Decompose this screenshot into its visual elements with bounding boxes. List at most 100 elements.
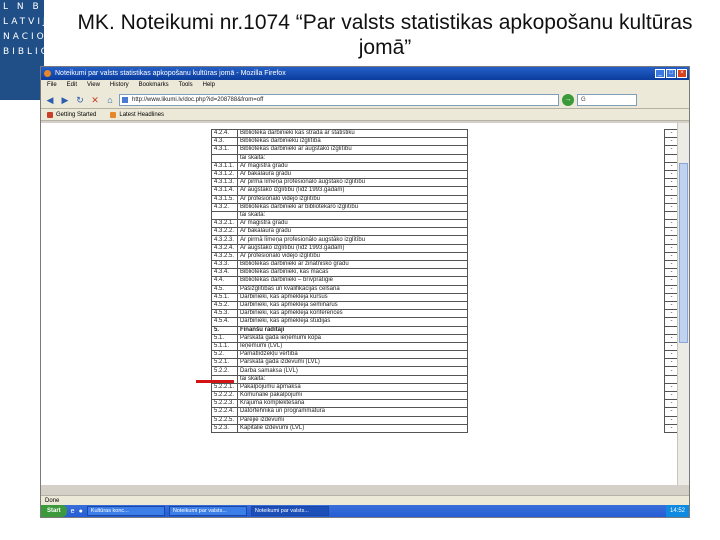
row-text: Ar pirmā līmeņa profesionālo augstāko iz… <box>236 235 469 245</box>
close-button[interactable]: × <box>677 69 687 78</box>
scrollbar-thumb[interactable] <box>679 163 688 343</box>
row-text: tai skaitā: <box>236 210 469 221</box>
row-number: 4.5.4. <box>211 317 238 327</box>
back-icon[interactable]: ◀ <box>44 94 56 106</box>
row-spacer <box>467 285 665 294</box>
table-row: 4.5.3. Darbinieki, kas apmeklēja konferen… <box>211 309 679 319</box>
maximize-button[interactable]: □ <box>666 69 676 78</box>
address-text: http://www.likumi.lv/doc.php?id=208788&f… <box>132 96 264 103</box>
menu-edit[interactable]: Edit <box>67 80 77 91</box>
row-spacer <box>467 276 665 286</box>
row-spacer <box>467 170 665 179</box>
menu-history[interactable]: History <box>110 80 129 91</box>
table-row: 5. Finanšu rādītāji <box>211 325 679 335</box>
row-spacer <box>467 145 665 155</box>
menu-tools[interactable]: Tools <box>179 80 193 91</box>
row-text: Komunālie pakalpojumi <box>236 390 469 401</box>
row-number: 4.3.3. <box>211 259 238 270</box>
row-text: Finanšu rādītāji <box>236 325 469 335</box>
menu-file[interactable]: File <box>47 80 57 91</box>
row-spacer <box>467 186 665 195</box>
table-row: 4.2.4. Bibliotēkā darbinieki kas strādā a… <box>211 128 679 139</box>
forward-icon[interactable]: ▶ <box>59 94 71 106</box>
table-row: 4.3.3. Bibliotēkas darbinieki ar zinātnis… <box>211 259 679 270</box>
row-text: Ar bakalaura grādu <box>236 227 469 237</box>
row-number: 4.3.4. <box>211 268 238 278</box>
window-controls: _ □ × <box>655 69 687 78</box>
row-spacer <box>467 407 665 417</box>
taskbar: Start e ● Kultūras konc... Noteikumi par… <box>41 505 689 517</box>
table-row: 5.2.2.2. Komunālie pakalpojumi - <box>211 390 679 401</box>
ie-icon[interactable]: e <box>71 508 75 515</box>
logo-line: L N B <box>3 2 42 12</box>
row-spacer <box>467 235 665 245</box>
go-button[interactable]: → <box>562 93 574 106</box>
window-titlebar[interactable]: Noteikumi par valsts statistikas apkopoš… <box>41 67 689 80</box>
row-text: Ieņēmumi (LVL) <box>236 341 469 352</box>
row-spacer <box>467 178 665 187</box>
home-icon[interactable]: ⌂ <box>104 94 116 106</box>
minimize-button[interactable]: _ <box>655 69 665 78</box>
row-text: Kapitālie izdevumi (LVL) <box>236 423 469 433</box>
row-text: Bibliotēkā darbinieki kas strādā ar stat… <box>236 128 469 139</box>
row-text: tai skaitā: <box>236 153 469 163</box>
menu-bookmarks[interactable]: Bookmarks <box>139 80 169 91</box>
table-row: 4.5. Pašizglītības un kvalifikācijas celš… <box>211 284 679 294</box>
vertical-scrollbar[interactable] <box>677 123 689 485</box>
system-tray-clock: 14:52 <box>665 505 689 517</box>
row-text: Ar bakalaura grādu <box>236 169 469 180</box>
bookmark-getting-started[interactable]: Getting Started <box>47 109 96 120</box>
row-spacer <box>467 162 665 171</box>
address-bar[interactable]: http://www.likumi.lv/doc.php?id=208788&f… <box>119 93 559 106</box>
row-spacer <box>467 366 665 376</box>
row-spacer <box>467 268 665 277</box>
taskbar-item-active[interactable]: Noteikumi par valsts... <box>250 506 329 516</box>
row-spacer <box>467 342 665 351</box>
navigation-toolbar: ◀ ▶ ↻ ✕ ⌂ http://www.likumi.lv/doc.php?i… <box>41 91 689 109</box>
row-spacer <box>467 137 665 146</box>
row-number: 5.2. <box>211 350 238 360</box>
row-number <box>211 153 238 163</box>
row-number: 4.5. <box>211 284 238 294</box>
firefox-quick-icon[interactable]: ● <box>79 508 83 515</box>
row-number: 4.3.1.4. <box>211 186 238 196</box>
row-spacer <box>467 211 665 220</box>
side-strip <box>0 100 44 540</box>
row-text: Pārskata gada ieņēmumi kopā <box>236 333 469 343</box>
row-number: 5. <box>211 325 238 335</box>
row-spacer <box>467 154 665 163</box>
row-text: Bibliotēkas darbinieki, kas mācās <box>236 268 469 278</box>
bookmark-latest-headlines[interactable]: Latest Headlines <box>110 109 164 120</box>
search-input[interactable]: G <box>577 93 637 106</box>
stop-icon[interactable]: ✕ <box>89 94 101 106</box>
menu-help[interactable]: Help <box>203 80 215 91</box>
table-row: 4.3.2.4. Ar augstāko izglītību (līdz 1993… <box>211 243 679 253</box>
table-row: 4.3.2.1. Ar maģistra grādu - <box>211 219 679 229</box>
row-number: 4.3.2.2. <box>211 227 238 237</box>
table-row: 4.3.1.3. Ar pirmā līmeņa profesionālo aug… <box>211 178 679 188</box>
table-row: 4.5.1. Darbinieki, kas apmeklēja kursus - <box>211 292 679 302</box>
table-row: 5.2.1. Pārskata gada izdevumi (LVL) - <box>211 358 679 368</box>
table-row: 4.5.4. Darbinieki, kas apmeklēja studijas… <box>211 317 679 327</box>
row-spacer <box>467 129 665 138</box>
row-text: Pakalpojumu apmaksa <box>236 382 469 393</box>
reload-icon[interactable]: ↻ <box>74 94 86 106</box>
row-spacer <box>467 424 665 433</box>
table-row: 5.2.2.3. Krājuma komplektēšana - <box>211 399 679 409</box>
menu-view[interactable]: View <box>87 80 100 91</box>
row-number: 4.3.2. <box>211 202 238 212</box>
menu-bar: File Edit View History Bookmarks Tools H… <box>41 80 689 91</box>
bookmark-label: Latest Headlines <box>119 111 165 118</box>
taskbar-item[interactable]: Kultūras konc... <box>86 506 165 516</box>
row-spacer <box>467 358 665 367</box>
browser-window: Noteikumi par valsts statistikas apkopoš… <box>40 66 690 518</box>
row-spacer <box>467 334 665 343</box>
row-number: 4.3.1.1. <box>211 161 238 171</box>
lnb-logo: L N B LATVIJAS NACIONĀLĀ BIBLIO <box>0 0 44 100</box>
taskbar-item[interactable]: Noteikumi par valsts... <box>168 506 247 516</box>
page-icon <box>122 96 128 103</box>
row-text: Pārējie izdevumi <box>236 415 469 425</box>
table-row: 5.2.2.1. Pakalpojumu apmaksa - <box>211 382 679 393</box>
start-button[interactable]: Start <box>41 505 67 517</box>
logo-line: LATVIJAS <box>3 17 44 27</box>
